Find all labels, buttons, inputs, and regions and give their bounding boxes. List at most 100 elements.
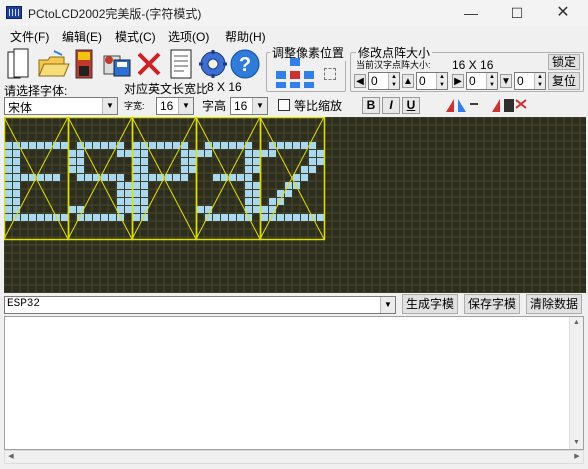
lit-pixel[interactable] [293, 142, 300, 149]
char-height-select[interactable]: 16 ▼ [230, 97, 268, 115]
lit-pixel[interactable] [213, 142, 220, 149]
lit-pixel[interactable] [141, 150, 148, 157]
lit-pixel[interactable] [69, 206, 76, 213]
lit-pixel[interactable] [237, 174, 244, 181]
shift-left-icon[interactable] [276, 71, 286, 79]
lit-pixel[interactable] [125, 198, 132, 205]
lit-pixel[interactable] [285, 190, 292, 197]
lit-pixel[interactable] [149, 174, 156, 181]
lit-pixel[interactable] [157, 142, 164, 149]
lit-pixel[interactable] [5, 182, 12, 189]
lit-pixel[interactable] [109, 214, 116, 221]
lit-pixel[interactable] [93, 142, 100, 149]
lit-pixel[interactable] [205, 150, 212, 157]
lit-pixel[interactable] [261, 150, 268, 157]
lit-pixel[interactable] [197, 206, 204, 213]
char-width-select[interactable]: 16 ▼ [156, 97, 194, 115]
lit-pixel[interactable] [125, 150, 132, 157]
lit-pixel[interactable] [245, 182, 252, 189]
lit-pixel[interactable] [61, 142, 68, 149]
lit-pixel[interactable] [133, 214, 140, 221]
lit-pixel[interactable] [21, 142, 28, 149]
lit-pixel[interactable] [181, 174, 188, 181]
lit-pixel[interactable] [13, 150, 20, 157]
lit-pixel[interactable] [37, 142, 44, 149]
lit-pixel[interactable] [285, 142, 292, 149]
lit-pixel[interactable] [5, 166, 12, 173]
lit-pixel[interactable] [85, 174, 92, 181]
lock-button[interactable]: 锁定 [548, 54, 580, 70]
lit-pixel[interactable] [285, 214, 292, 221]
lit-pixel[interactable] [13, 182, 20, 189]
lit-pixel[interactable] [181, 150, 188, 157]
lit-pixel[interactable] [5, 206, 12, 213]
text-input[interactable]: ESP32 ▼ [4, 296, 396, 314]
lit-pixel[interactable] [301, 142, 308, 149]
chevron-down-icon[interactable]: ▼ [380, 297, 395, 313]
lit-pixel[interactable] [245, 158, 252, 165]
lit-pixel[interactable] [245, 198, 252, 205]
select-region-icon[interactable] [324, 68, 336, 80]
notes-icon[interactable] [164, 46, 198, 82]
close-button[interactable]: ✕ [540, 0, 586, 26]
open-folder-icon[interactable] [36, 46, 70, 82]
lit-pixel[interactable] [61, 214, 68, 221]
lit-pixel[interactable] [45, 142, 52, 149]
menu-options[interactable]: 选项(O) [168, 28, 209, 45]
lit-pixel[interactable] [133, 198, 140, 205]
menu-file[interactable]: 文件(F) [10, 28, 49, 45]
delete-x-icon[interactable] [132, 46, 166, 82]
lit-pixel[interactable] [117, 190, 124, 197]
flip-icon[interactable] [290, 71, 300, 79]
output-textarea[interactable]: ▲ ▼ [4, 316, 584, 450]
scroll-right-icon[interactable]: ▶ [571, 451, 583, 463]
lit-pixel[interactable] [149, 142, 156, 149]
rotate-right-icon[interactable] [304, 82, 314, 88]
lit-pixel[interactable] [5, 198, 12, 205]
lit-pixel[interactable] [277, 214, 284, 221]
scroll-up-icon[interactable]: ▲ [570, 317, 583, 329]
lit-pixel[interactable] [45, 174, 52, 181]
invert-icon[interactable] [488, 96, 528, 114]
bold-button[interactable]: B [362, 97, 380, 114]
settings-gear-icon[interactable] [196, 46, 230, 82]
lit-pixel[interactable] [133, 142, 140, 149]
lit-pixel[interactable] [5, 190, 12, 197]
lit-pixel[interactable] [165, 142, 172, 149]
lit-pixel[interactable] [277, 142, 284, 149]
lit-pixel[interactable] [133, 174, 140, 181]
lit-pixel[interactable] [301, 166, 308, 173]
lit-pixel[interactable] [245, 190, 252, 197]
save-disk-icon[interactable] [68, 46, 102, 82]
lit-pixel[interactable] [5, 142, 12, 149]
lit-pixel[interactable] [253, 150, 260, 157]
lit-pixel[interactable] [293, 182, 300, 189]
pixel-grid-canvas[interactable] [4, 117, 586, 293]
lit-pixel[interactable] [133, 190, 140, 197]
lit-pixel[interactable] [85, 142, 92, 149]
lit-pixel[interactable] [37, 214, 44, 221]
lit-pixel[interactable] [77, 174, 84, 181]
save-as-icon[interactable] [100, 46, 134, 82]
lit-pixel[interactable] [21, 214, 28, 221]
lit-pixel[interactable] [269, 150, 276, 157]
scroll-left-icon[interactable]: ◀ [5, 451, 17, 463]
lit-pixel[interactable] [141, 166, 148, 173]
lit-pixel[interactable] [141, 198, 148, 205]
lit-pixel[interactable] [69, 166, 76, 173]
lit-pixel[interactable] [189, 166, 196, 173]
pixel-grid-svg[interactable] [4, 117, 586, 293]
lit-pixel[interactable] [77, 150, 84, 157]
lit-pixel[interactable] [261, 214, 268, 221]
scroll-down-icon[interactable]: ▼ [570, 437, 583, 449]
lit-pixel[interactable] [13, 174, 20, 181]
lit-pixel[interactable] [133, 158, 140, 165]
lit-pixel[interactable] [77, 158, 84, 165]
lit-pixel[interactable] [197, 150, 204, 157]
lit-pixel[interactable] [253, 190, 260, 197]
menu-edit[interactable]: 编辑(E) [62, 28, 102, 45]
horizontal-scrollbar[interactable]: ◀ ▶ [4, 450, 584, 464]
rotate-left-icon[interactable] [276, 82, 286, 88]
lit-pixel[interactable] [253, 158, 260, 165]
lit-pixel[interactable] [261, 206, 268, 213]
